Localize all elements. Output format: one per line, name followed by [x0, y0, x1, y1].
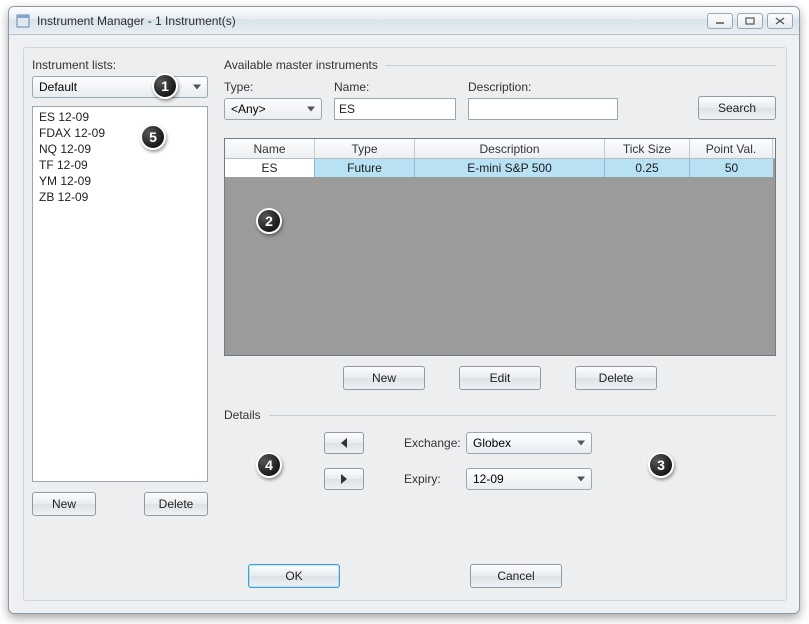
instrument-lists-value: Default	[39, 80, 77, 94]
right-pane: Available master instruments Type: <Any>…	[224, 58, 776, 490]
search-button[interactable]: Search	[698, 96, 776, 120]
triangle-right-icon	[341, 474, 347, 484]
cell-name: ES	[225, 159, 315, 177]
instrument-lists-label: Instrument lists:	[32, 58, 208, 72]
type-value: <Any>	[231, 102, 266, 116]
details-group: Details Exchange: Globex	[224, 408, 776, 490]
exchange-value: Globex	[473, 436, 511, 450]
chevron-down-icon	[577, 477, 585, 482]
callout-5: 5	[140, 124, 166, 150]
instrument-lists-combo[interactable]: Default	[32, 76, 208, 98]
add-to-list-button[interactable]	[324, 432, 364, 454]
group-label: Details	[224, 408, 261, 422]
name-label: Name:	[334, 80, 456, 94]
list-item[interactable]: ZB 12-09	[37, 189, 203, 205]
column-header[interactable]: Type	[315, 139, 415, 158]
cancel-button[interactable]: Cancel	[470, 564, 562, 588]
ok-button[interactable]: OK	[248, 564, 340, 588]
name-value: ES	[339, 102, 355, 116]
column-header[interactable]: Description	[415, 139, 605, 158]
exchange-label: Exchange:	[384, 436, 466, 450]
grid-header: Name Type Description Tick Size Point Va…	[225, 139, 775, 159]
list-item[interactable]: YM 12-09	[37, 173, 203, 189]
remove-from-list-button[interactable]	[324, 468, 364, 490]
divider	[269, 415, 776, 416]
cell-description: E-mini S&P 500	[415, 159, 605, 177]
maximize-button[interactable]	[737, 13, 763, 29]
exchange-combo[interactable]: Globex	[466, 432, 592, 454]
chevron-down-icon	[577, 441, 585, 446]
name-input[interactable]: ES	[334, 98, 456, 120]
titlebar: Instrument Manager - 1 Instrument(s)	[9, 7, 799, 35]
callout-4: 4	[256, 452, 282, 478]
group-label: Available master instruments	[224, 58, 378, 72]
list-new-button[interactable]: New	[32, 492, 96, 516]
expiry-value: 12-09	[473, 472, 504, 486]
available-instruments-group: Available master instruments Type: <Any>…	[224, 58, 776, 390]
column-header[interactable]: Name	[225, 139, 315, 158]
minimize-button[interactable]	[707, 13, 733, 29]
table-row[interactable]: ES Future E-mini S&P 500 0.25 50	[225, 159, 775, 177]
sidebar: Instrument lists: Default ES 12-09 FDAX …	[32, 58, 208, 516]
close-button[interactable]	[767, 13, 793, 29]
list-item[interactable]: TF 12-09	[37, 157, 203, 173]
cell-point-val: 50	[690, 159, 773, 177]
list-item[interactable]: NQ 12-09	[37, 141, 203, 157]
list-item[interactable]: ES 12-09	[37, 109, 203, 125]
window-frame: Instrument Manager - 1 Instrument(s) Ins…	[8, 6, 800, 614]
grid-edit-button[interactable]: Edit	[459, 366, 541, 390]
chevron-down-icon	[307, 107, 315, 112]
cell-type: Future	[315, 159, 415, 177]
list-item[interactable]: FDAX 12-09	[37, 125, 203, 141]
cell-tick-size: 0.25	[605, 159, 690, 177]
type-combo[interactable]: <Any>	[224, 98, 322, 120]
instrument-listbox[interactable]: ES 12-09 FDAX 12-09 NQ 12-09 TF 12-09 YM…	[32, 106, 208, 482]
grid-delete-button[interactable]: Delete	[575, 366, 657, 390]
callout-1: 1	[152, 73, 178, 99]
grid-new-button[interactable]: New	[343, 366, 425, 390]
expiry-combo[interactable]: 12-09	[466, 468, 592, 490]
description-label: Description:	[468, 80, 618, 94]
client-area: Instrument lists: Default ES 12-09 FDAX …	[23, 47, 787, 601]
window-title: Instrument Manager - 1 Instrument(s)	[37, 14, 236, 28]
divider	[386, 65, 776, 66]
app-icon	[15, 13, 31, 29]
chevron-down-icon	[193, 85, 201, 90]
triangle-left-icon	[341, 438, 347, 448]
callout-2: 2	[256, 208, 282, 234]
column-header[interactable]: Point Val.	[690, 139, 773, 158]
type-label: Type:	[224, 80, 322, 94]
results-grid[interactable]: Name Type Description Tick Size Point Va…	[224, 138, 776, 356]
dialog-buttons: OK Cancel	[24, 564, 786, 588]
column-header[interactable]: Tick Size	[605, 139, 690, 158]
description-input[interactable]	[468, 98, 618, 120]
list-delete-button[interactable]: Delete	[144, 492, 208, 516]
expiry-label: Expiry:	[384, 472, 466, 486]
callout-3: 3	[648, 452, 674, 478]
